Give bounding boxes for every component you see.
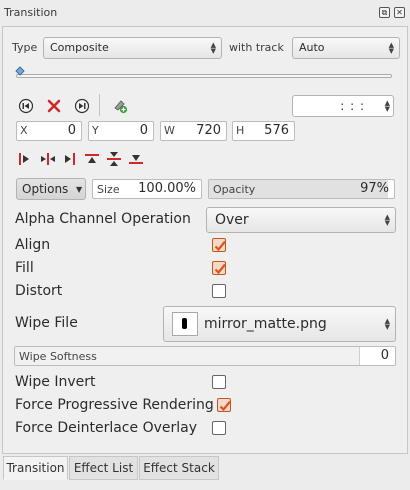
alpha-operation-value: Over [215,212,249,228]
close-dock-button[interactable]: ✕ [394,7,405,18]
force-deinterlace-label: Force Deinterlace Overlay [15,420,197,436]
wipe-matte-thumbnail-icon [172,312,198,336]
distort-checkbox[interactable] [212,284,226,298]
previous-keyframe-icon[interactable] [18,98,34,114]
tab-effect-stack-label: Effect Stack [143,461,215,475]
height-value: 576 [264,123,289,138]
wipe-file-combo[interactable]: mirror_matte.png ▲ ▼ [163,306,396,342]
dock-title: Transition [4,6,58,19]
track-combo[interactable]: Auto ▲ ▼ [292,37,400,59]
toolbar-separator [99,94,100,116]
tab-effect-list[interactable]: Effect List [69,456,138,480]
align-left-icon[interactable] [16,151,32,167]
x-value: 0 [67,123,76,138]
tab-effect-list-label: Effect List [73,461,134,475]
timecode-field[interactable]: : : : ▲ ▼ [292,95,394,117]
type-combo[interactable]: Composite ▲ ▼ [43,37,222,59]
track-label: with track [229,41,284,54]
align-vcenter-icon[interactable] [106,151,122,167]
force-progressive-label: Force Progressive Rendering [15,397,214,413]
width-value: 720 [196,123,221,138]
wipe-invert-label: Wipe Invert [15,374,96,390]
x-label: X [20,124,28,137]
distort-label: Distort [15,283,63,299]
width-label: W [164,124,175,137]
force-progressive-checkbox[interactable] [217,398,231,412]
type-combo-value: Composite [50,41,109,54]
dock-title-bar: Transition ⧉ ✕ [0,0,410,26]
fill-checkbox[interactable] [212,261,226,275]
tab-transition-label: Transition [6,461,65,475]
combo-arrows-icon: ▲ ▼ [210,41,216,55]
align-label: Align [15,237,51,253]
width-field[interactable]: W 720 [160,121,227,141]
dropdown-arrow-icon: ▼ [76,185,83,194]
track-combo-value: Auto [299,41,325,54]
opacity-slider[interactable]: Opacity 97% [208,179,395,199]
combo-arrows-icon: ▲ ▼ [388,41,394,55]
align-right-icon[interactable] [62,151,78,167]
wipe-file-value: mirror_matte.png [204,316,327,332]
combo-arrows-icon: ▲ ▼ [384,317,390,331]
float-dock-button[interactable]: ⧉ [379,7,390,18]
tab-effect-stack[interactable]: Effect Stack [139,456,219,480]
keyframe-timeline[interactable] [16,74,392,78]
align-hcenter-icon[interactable] [40,151,56,167]
type-label: Type [12,41,38,54]
tab-transition[interactable]: Transition [3,456,68,480]
force-deinterlace-checkbox[interactable] [212,421,226,435]
wipe-file-label: Wipe File [15,315,78,331]
add-keyframe-icon[interactable] [112,98,128,114]
opacity-value: 97% [360,181,389,196]
x-field[interactable]: X 0 [16,121,82,141]
wipe-softness-slider[interactable]: Wipe Softness 0 [14,346,396,366]
checkmark-icon [214,240,226,252]
alpha-operation-label: Alpha Channel Operation [15,211,191,227]
y-label: Y [92,124,99,137]
next-keyframe-icon[interactable] [74,98,90,114]
combo-arrows-icon: ▲ ▼ [384,213,390,227]
height-field[interactable]: H 576 [232,121,295,141]
opacity-label: Opacity [213,183,256,196]
alpha-operation-combo[interactable]: Over ▲ ▼ [206,207,396,233]
size-spinbox[interactable]: Size 100.00% [92,179,202,199]
options-label: Options [22,182,69,196]
wipe-softness-label: Wipe Softness [19,350,97,363]
align-checkbox[interactable] [212,238,226,252]
size-value: 100.00% [138,181,196,196]
y-field[interactable]: Y 0 [88,121,154,141]
checkmark-icon [219,400,231,412]
align-bottom-icon[interactable] [128,151,144,167]
timecode-value: : : : [340,99,365,113]
y-value: 0 [139,123,148,138]
checkmark-icon [214,263,226,275]
options-button[interactable]: Options ▼ [16,178,86,200]
size-label: Size [97,183,120,196]
height-label: H [236,124,245,137]
timecode-spin-icon[interactable]: ▲ ▼ [385,100,390,113]
delete-keyframe-icon[interactable] [46,98,62,114]
fill-label: Fill [15,260,34,276]
keyframe-marker-icon[interactable] [15,66,25,78]
wipe-softness-value: 0 [380,348,389,363]
wipe-invert-checkbox[interactable] [212,375,226,389]
align-top-icon[interactable] [84,151,100,167]
